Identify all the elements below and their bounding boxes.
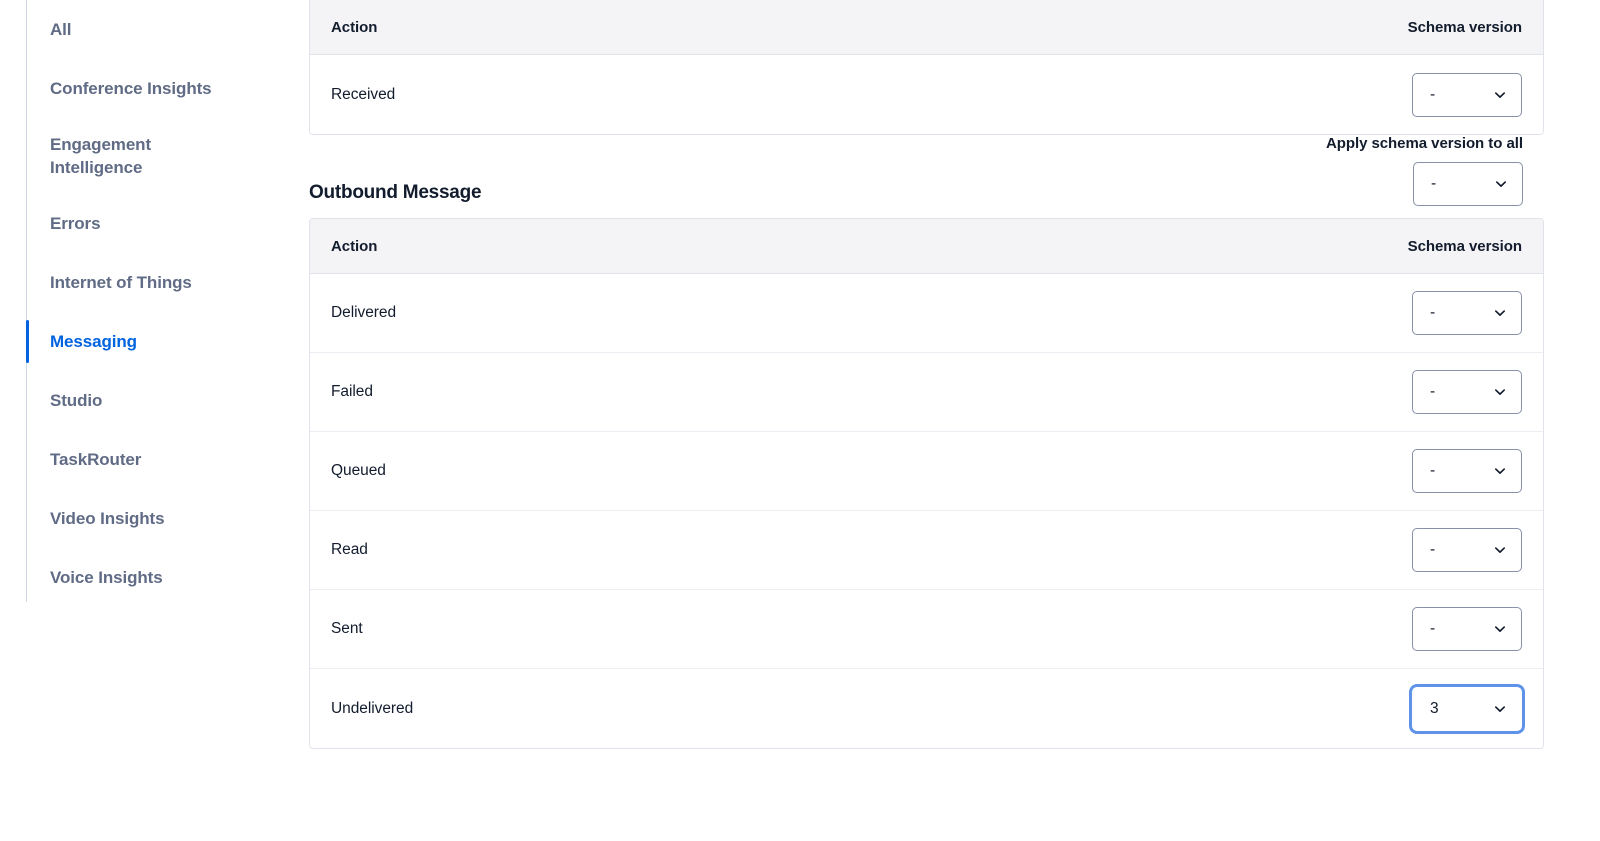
chevron-down-icon: [1493, 306, 1507, 320]
schema-version-value: -: [1430, 462, 1436, 480]
sidebar-item-label: Engagement Intelligence: [50, 134, 152, 177]
sidebar-item-label: Video Insights: [50, 508, 165, 528]
sidebar-item-video-insights[interactable]: Video Insights: [27, 489, 300, 548]
schema-version-value: -: [1430, 620, 1436, 638]
table-row: Undelivered 3: [310, 669, 1543, 748]
page-root: All Conference Insights Engagement Intelli…: [0, 0, 1600, 841]
sidebar-item-messaging[interactable]: Messaging: [26, 312, 300, 371]
sidebar-nav-list: All Conference Insights Engagement Intelli…: [26, 0, 300, 607]
chevron-down-icon: [1493, 385, 1507, 399]
column-header-schema-version: Schema version: [1407, 237, 1522, 255]
sidebar-item-label: Studio: [50, 390, 103, 410]
sidebar-item-errors[interactable]: Errors: [27, 194, 300, 253]
sidebar-item-all[interactable]: All: [27, 0, 300, 59]
action-name: Read: [331, 541, 368, 558]
chevron-down-icon: [1493, 622, 1507, 636]
column-header-schema-version: Schema version: [1407, 18, 1522, 36]
sidebar-item-studio[interactable]: Studio: [27, 371, 300, 430]
outbound-table-body: Delivered - Failed - Queued - Read - Sent - Undeli…: [310, 274, 1543, 748]
chevron-down-icon: [1494, 177, 1508, 191]
inbound-table-header-row: Action Schema version: [310, 0, 1543, 55]
action-name: Received: [331, 85, 396, 103]
apply-schema-version-value: -: [1431, 175, 1437, 193]
schema-version-value: -: [1430, 383, 1436, 401]
schema-version-value: -: [1430, 85, 1436, 103]
sidebar-item-label: Voice Insights: [50, 567, 163, 587]
apply-schema-version-select-wrap: -: [1413, 162, 1523, 206]
chevron-down-icon: [1493, 464, 1507, 478]
chevron-down-icon: [1493, 88, 1507, 102]
main-content: Action Schema version Received - Apply sc…: [309, 0, 1544, 749]
sidebar-item-label: Internet of Things: [50, 272, 192, 292]
sidebar-item-taskrouter[interactable]: TaskRouter: [27, 430, 300, 489]
sidebar-item-internet-of-things[interactable]: Internet of Things: [27, 253, 300, 312]
chevron-down-icon: [1493, 702, 1507, 716]
category-sidebar: All Conference Insights Engagement Intelli…: [0, 0, 300, 841]
schema-version-select[interactable]: 3: [1412, 686, 1522, 731]
sidebar-item-engagement-intelligence[interactable]: Engagement Intelligence: [27, 118, 300, 194]
outbound-message-table: Action Schema version Delivered - Failed - Q…: [309, 218, 1544, 749]
apply-schema-version-select[interactable]: -: [1413, 162, 1523, 206]
table-row: Queued -: [310, 432, 1543, 511]
schema-version-select[interactable]: -: [1412, 370, 1522, 414]
outbound-section-title: Outbound Message: [309, 181, 482, 203]
schema-version-value: 3: [1430, 699, 1439, 717]
sidebar-item-label: Conference Insights: [50, 78, 212, 98]
inbound-table-body: Received -: [310, 55, 1543, 134]
column-header-action: Action: [331, 18, 378, 36]
schema-version-select[interactable]: -: [1412, 449, 1522, 493]
table-row: Failed -: [310, 353, 1543, 432]
sidebar-item-conference-insights[interactable]: Conference Insights: [27, 59, 300, 118]
chevron-down-icon: [1493, 543, 1507, 557]
outbound-table-header-row: Action Schema version: [310, 219, 1543, 274]
apply-schema-version-label: Apply schema version to all: [1325, 135, 1523, 152]
sidebar-item-label: All: [50, 19, 72, 39]
schema-version-value: -: [1430, 541, 1436, 559]
column-header-action: Action: [331, 237, 378, 255]
schema-version-select[interactable]: -: [1412, 72, 1522, 117]
action-name: Failed: [331, 383, 373, 400]
schema-version-value: -: [1430, 304, 1436, 322]
schema-version-select[interactable]: -: [1412, 291, 1522, 335]
table-row: Read -: [310, 511, 1543, 590]
action-name: Sent: [331, 620, 363, 637]
action-name: Delivered: [331, 304, 397, 321]
sidebar-item-voice-insights[interactable]: Voice Insights: [27, 548, 300, 607]
table-row: Delivered -: [310, 274, 1543, 353]
schema-version-select[interactable]: -: [1412, 528, 1522, 572]
sidebar-item-label: Errors: [50, 213, 101, 233]
table-row: Sent -: [310, 590, 1543, 669]
schema-version-select[interactable]: -: [1412, 607, 1522, 651]
sidebar-item-label: Messaging: [50, 331, 137, 351]
sidebar-item-label: TaskRouter: [50, 449, 142, 469]
table-row: Received -: [310, 55, 1543, 134]
apply-schema-version-block: Apply schema version to all - Outbound M…: [309, 135, 1544, 218]
action-name: Queued: [331, 462, 386, 479]
action-name: Undelivered: [331, 699, 414, 717]
inbound-message-table: Action Schema version Received -: [309, 0, 1544, 135]
